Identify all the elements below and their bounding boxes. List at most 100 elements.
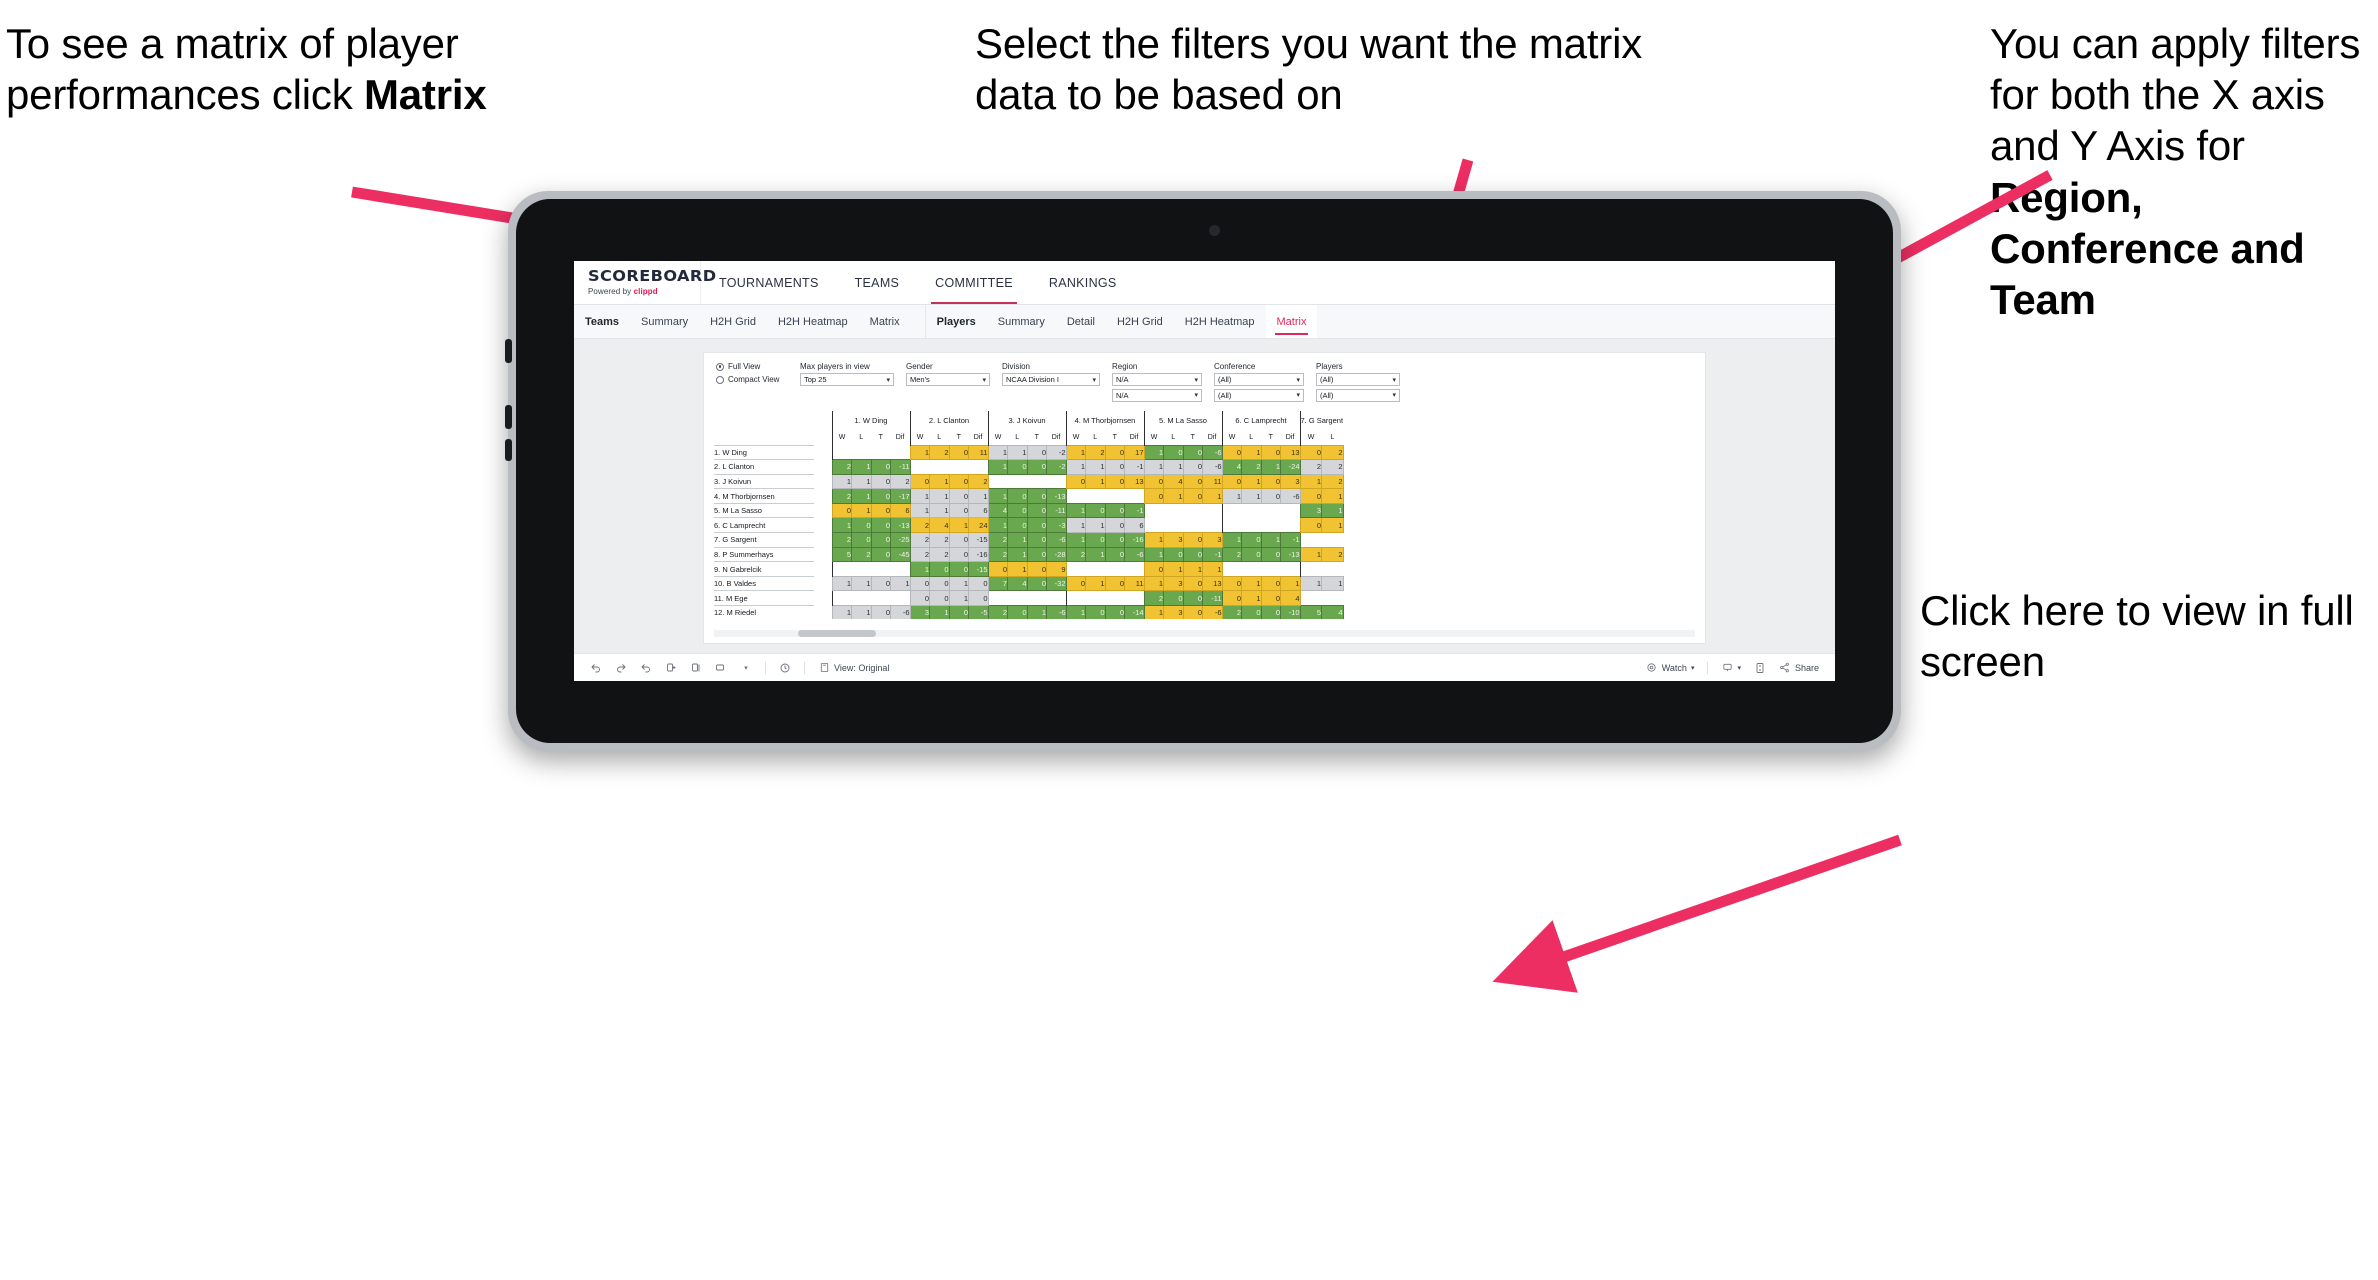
matrix-cell[interactable]: 1 <box>1241 488 1262 504</box>
matrix-cell[interactable]: 0 <box>1163 590 1184 607</box>
matrix-cell[interactable]: 2 <box>987 605 1008 619</box>
matrix-cell[interactable]: 0 <box>831 502 852 519</box>
matrix-cell[interactable]: -10 <box>1280 605 1301 619</box>
matrix-cell[interactable]: 0 <box>968 590 989 607</box>
matrix-cell-empty[interactable] <box>1163 502 1183 518</box>
matrix-cell[interactable]: -15 <box>968 532 989 548</box>
matrix-cell[interactable]: 2 <box>1085 444 1106 461</box>
matrix-cell[interactable]: 0 <box>948 561 969 577</box>
matrix-cell[interactable]: 3 <box>909 605 930 619</box>
matrix-cell[interactable]: 0 <box>968 575 989 592</box>
matrix-cell[interactable]: 0 <box>1260 590 1281 607</box>
matrix-cell[interactable]: 0 <box>870 546 891 563</box>
matrix-cell[interactable]: 3 <box>1163 605 1184 619</box>
matrix-cell[interactable]: 1 <box>1085 473 1106 490</box>
matrix-cell[interactable]: -13 <box>1046 488 1067 504</box>
matrix-cell[interactable]: 3 <box>1163 532 1184 548</box>
matrix-cell[interactable]: -6 <box>1046 532 1067 548</box>
matrix-cell[interactable]: -32 <box>1046 575 1067 592</box>
matrix-cell[interactable]: 0 <box>909 473 930 490</box>
matrix-cell[interactable]: 4 <box>987 502 1008 519</box>
matrix-cell-empty[interactable] <box>929 459 949 475</box>
matrix-cell[interactable]: 1 <box>1321 517 1344 534</box>
matrix-cell[interactable]: 1 <box>1260 459 1281 475</box>
matrix-cell-empty[interactable] <box>1065 561 1086 577</box>
matrix-cell-empty[interactable] <box>1105 488 1125 504</box>
matrix-cell[interactable]: 0 <box>1299 517 1323 534</box>
subnav-teams-h2h-grid[interactable]: H2H Grid <box>699 305 767 338</box>
matrix-cell[interactable]: 0 <box>1241 605 1262 619</box>
matrix-cell[interactable]: 1 <box>1143 546 1164 563</box>
matrix-cell[interactable]: 1 <box>1182 561 1203 577</box>
matrix-cell[interactable]: 2 <box>1221 605 1242 619</box>
filter-region-select-x[interactable]: N/A ▾ <box>1112 373 1202 386</box>
matrix-cell[interactable]: 1 <box>987 488 1008 504</box>
matrix-cell[interactable]: 1 <box>1202 488 1223 504</box>
matrix-cell-empty[interactable] <box>1124 561 1144 577</box>
matrix-cell[interactable]: 0 <box>948 444 969 461</box>
matrix-cell-empty[interactable] <box>1321 532 1344 548</box>
matrix-cell[interactable]: 0 <box>1182 546 1203 563</box>
matrix-cell[interactable]: 0 <box>929 590 950 607</box>
brand-logo[interactable]: SCOREBOARD Powered by clippd <box>574 261 716 304</box>
matrix-cell-empty[interactable] <box>1007 590 1027 606</box>
matrix-cell[interactable]: 2 <box>1143 590 1164 607</box>
matrix-cell[interactable]: 7 <box>987 575 1008 592</box>
matrix-cell[interactable]: 0 <box>1182 605 1203 619</box>
filter-conference-select-x[interactable]: (All) ▾ <box>1214 373 1304 386</box>
matrix-cell[interactable]: 0 <box>929 561 950 577</box>
matrix-cell[interactable]: 0 <box>1065 473 1086 490</box>
matrix-cell[interactable]: 1 <box>948 590 969 607</box>
matrix-cell-empty[interactable] <box>1046 473 1066 489</box>
matrix-cell[interactable]: 0 <box>870 473 891 490</box>
matrix-cell[interactable]: 0 <box>1065 575 1086 592</box>
matrix-cell[interactable]: 0 <box>1007 605 1028 619</box>
matrix-cell[interactable]: 0 <box>1026 444 1047 461</box>
matrix-cell[interactable]: 0 <box>948 532 969 548</box>
matrix-cell[interactable]: 1 <box>909 561 930 577</box>
subnav-teams-h2h-heatmap[interactable]: H2H Heatmap <box>767 305 859 338</box>
matrix-cell[interactable]: -1 <box>1202 546 1223 563</box>
matrix-cell[interactable]: 13 <box>1280 444 1301 461</box>
matrix-cell-empty[interactable] <box>1241 517 1261 533</box>
matrix-cell-empty[interactable] <box>1261 517 1281 533</box>
matrix-cell[interactable]: -17 <box>890 488 911 504</box>
matrix-cell[interactable]: 2 <box>909 532 930 548</box>
matrix-cell-empty[interactable] <box>1299 561 1322 577</box>
matrix-cell-empty[interactable] <box>1183 517 1203 533</box>
matrix-cell[interactable]: 1 <box>929 473 950 490</box>
matrix-cell[interactable]: 1 <box>1065 444 1086 461</box>
matrix-cell[interactable]: 0 <box>870 605 891 619</box>
matrix-cell[interactable]: 6 <box>968 502 989 519</box>
matrix-cell[interactable]: -2 <box>1046 444 1067 461</box>
subnav-teams-matrix[interactable]: Matrix <box>859 305 911 338</box>
matrix-cell[interactable]: 1 <box>1241 473 1262 490</box>
matrix-cell[interactable]: 0 <box>1104 605 1125 619</box>
subnav-teams-summary[interactable]: Summary <box>630 305 699 338</box>
matrix-cell-empty[interactable] <box>1027 473 1047 489</box>
matrix-cell[interactable]: 0 <box>1085 605 1106 619</box>
matrix-cell-empty[interactable] <box>890 444 910 460</box>
matrix-cell[interactable]: -45 <box>890 546 911 563</box>
matrix-cell[interactable]: 1 <box>1241 444 1262 461</box>
matrix-cell[interactable]: 0 <box>1299 444 1323 461</box>
radio-full-view[interactable]: Full View <box>716 362 788 371</box>
matrix-cell[interactable]: 0 <box>870 575 891 592</box>
matrix-cell[interactable]: 5 <box>831 546 852 563</box>
matrix-cell[interactable]: 1 <box>1241 575 1262 592</box>
matrix-cell[interactable]: 1 <box>1065 605 1086 619</box>
matrix-cell-empty[interactable] <box>890 590 910 606</box>
matrix-cell[interactable]: 4 <box>1221 459 1242 475</box>
matrix-cell[interactable]: 1 <box>1007 546 1028 563</box>
matrix-cell[interactable]: 3 <box>1280 473 1301 490</box>
matrix-cell[interactable]: 3 <box>1163 575 1184 592</box>
matrix-cell[interactable]: 0 <box>1026 488 1047 504</box>
subnav-players-matrix[interactable]: Matrix <box>1265 305 1318 338</box>
fullscreen-icon[interactable] <box>1754 662 1766 674</box>
matrix-cell[interactable]: 0 <box>1104 459 1125 475</box>
matrix-cell[interactable]: 2 <box>929 532 950 548</box>
matrix-cell[interactable]: 0 <box>1143 473 1164 490</box>
matrix-cell[interactable]: 0 <box>1085 532 1106 548</box>
matrix-cell-empty[interactable] <box>1105 561 1125 577</box>
filter-division-select[interactable]: NCAA Division I ▾ <box>1002 373 1100 386</box>
